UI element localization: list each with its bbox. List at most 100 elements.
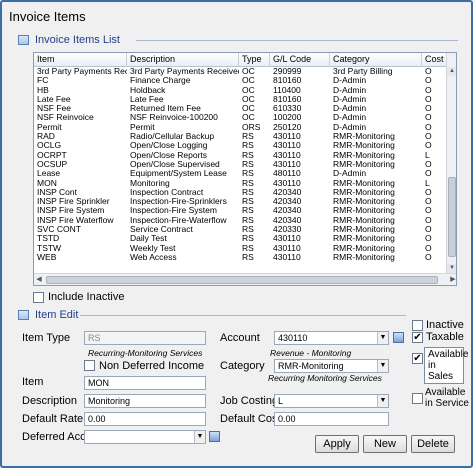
cell-category: D-Admin — [333, 113, 367, 123]
dropdown-arrow-icon[interactable]: ▼ — [377, 332, 388, 344]
table-row[interactable]: Late Fee Late Fee OC 810160 D-Admin O — [34, 95, 448, 104]
cell-cost-type: O — [425, 122, 432, 132]
table-row[interactable]: 3rd Party Payments Rec'd 3rd Party Paymen… — [34, 67, 448, 76]
vertical-scrollbar[interactable]: ▲ ▼ — [446, 53, 456, 273]
dropdown-arrow-icon[interactable]: ▼ — [194, 431, 205, 443]
item-field[interactable]: MON — [84, 376, 206, 390]
cell-type: RS — [242, 243, 254, 253]
invoice-items-grid[interactable]: Item Description Type G/L Code Category … — [33, 52, 457, 286]
scroll-right-icon[interactable]: ▶ — [448, 274, 456, 285]
horizontal-scroll-thumb[interactable] — [46, 276, 438, 284]
item-type-field[interactable]: RS — [84, 331, 206, 345]
horizontal-scrollbar[interactable]: ◀ ▶ — [34, 273, 456, 285]
column-header-cost-type[interactable]: Cost T — [422, 53, 448, 67]
scroll-left-icon[interactable]: ◀ — [34, 274, 44, 285]
table-row[interactable]: FC Finance Charge OC 810160 D-Admin O — [34, 76, 448, 85]
cell-gl-code: 290999 — [273, 67, 302, 76]
column-header-type[interactable]: Type — [239, 53, 270, 67]
cell-type: OC — [242, 67, 255, 76]
column-header-gl-code[interactable]: G/L Code — [270, 53, 330, 67]
table-row[interactable]: RAD Radio/Cellular Backup RS 430110 RMR-Moni… — [34, 132, 448, 141]
table-row[interactable]: Permit Permit ORS 250120 D-Admin O — [34, 123, 448, 132]
window-title: Invoice Items — [9, 9, 86, 24]
table-row[interactable]: INSP Cont Inspection Contract RS 420340 RMR-… — [34, 188, 448, 197]
column-header-item[interactable]: Item — [34, 53, 127, 67]
cell-type: OC — [242, 76, 255, 86]
cell-description: Permit — [130, 122, 155, 132]
account-combo[interactable]: 430110 ▼ — [274, 331, 389, 345]
cell-description: Open/Close Reports — [130, 150, 208, 160]
cell-gl-code: 430110 — [273, 178, 301, 188]
taxable-checkbox[interactable]: ✔ — [412, 332, 423, 343]
deferred-acct-combo[interactable]: ▼ — [84, 430, 206, 444]
include-inactive-checkbox[interactable] — [33, 292, 44, 303]
delete-button[interactable]: Delete — [411, 435, 455, 453]
cell-type: RS — [242, 225, 254, 235]
vertical-scroll-thumb[interactable] — [448, 177, 456, 257]
cell-description: Inspection Contract — [130, 187, 204, 197]
cell-item: SVC CONT — [37, 225, 81, 235]
cell-category: RMR-Monitoring — [333, 150, 395, 160]
dropdown-arrow-icon[interactable]: ▼ — [377, 395, 388, 407]
item-type-note: Recurring-Monitoring Services — [88, 348, 203, 358]
table-row[interactable]: HB Holdback OC 110400 D-Admin O — [34, 86, 448, 95]
cell-cost-type: O — [425, 94, 432, 104]
table-row[interactable]: WEB Web Access RS 430110 RMR-Monitoring O — [34, 253, 448, 262]
cell-description: Inspection-Fire-Waterflow — [130, 215, 227, 225]
cell-gl-code: 420340 — [273, 215, 302, 225]
dropdown-arrow-icon[interactable]: ▼ — [377, 360, 388, 372]
new-button[interactable]: New — [363, 435, 407, 453]
table-row[interactable]: TSTD Daily Test RS 430110 RMR-Monitoring O — [34, 234, 448, 243]
cell-item: NSF Fee — [37, 104, 72, 114]
table-row[interactable]: Lease Equipment/System Lease RS 480110 D-Adm… — [34, 169, 448, 178]
table-row[interactable]: OCRPT Open/Close Reports RS 430110 RMR-Monit… — [34, 151, 448, 160]
apply-button[interactable]: Apply — [315, 435, 359, 453]
account-value: 430110 — [278, 333, 308, 343]
cell-type: OC — [242, 104, 255, 114]
table-row[interactable]: MON Monitoring RS 430110 RMR-Monitoring L — [34, 179, 448, 188]
inactive-checkbox[interactable] — [412, 320, 423, 331]
cell-type: ORS — [242, 122, 261, 132]
edit-section-icon — [18, 310, 29, 320]
cell-gl-code: 430110 — [273, 252, 301, 262]
default-cost-field[interactable]: 0.00 — [274, 412, 389, 426]
table-row[interactable]: OCSUP Open/Close Supervised RS 430110 RMR-Mo… — [34, 160, 448, 169]
cell-cost-type: O — [425, 76, 432, 86]
scroll-up-icon[interactable]: ▲ — [447, 67, 456, 76]
cell-gl-code: 480110 — [273, 169, 301, 179]
cell-gl-code: 430110 — [273, 132, 301, 142]
column-header-description[interactable]: Description — [127, 53, 239, 67]
cell-description: Inspection-Fire-Sprinklers — [130, 197, 227, 207]
table-row[interactable]: SVC CONT Service Contract RS 420330 RMR-Moni… — [34, 225, 448, 234]
cell-item: Permit — [37, 122, 62, 132]
available-in-sales-checkbox[interactable]: ✔ — [412, 353, 423, 364]
divider — [80, 315, 406, 316]
table-row[interactable]: NSF Fee Returned Item Fee OC 610330 D-Admin O — [34, 104, 448, 113]
job-costing-combo[interactable]: L ▼ — [274, 394, 389, 408]
table-row[interactable]: TSTW Weekly Test RS 430110 RMR-Monitoring O — [34, 244, 448, 253]
cell-category: RMR-Monitoring — [333, 234, 395, 244]
table-row[interactable]: INSP Fire Waterflow Inspection-Fire-Water… — [34, 216, 448, 225]
default-rate-field[interactable]: 0.00 — [84, 412, 206, 426]
cell-category: D-Admin — [333, 169, 367, 179]
lookup-icon[interactable] — [393, 332, 404, 343]
cell-item: Lease — [37, 169, 61, 179]
cell-description: Equipment/System Lease — [130, 169, 227, 179]
cell-description: Open/Close Supervised — [130, 159, 220, 169]
table-row[interactable]: INSP Fire System Inspection-Fire System RS… — [34, 206, 448, 215]
cell-item: TSTW — [37, 243, 62, 253]
cell-cost-type: O — [425, 215, 432, 225]
table-row[interactable]: NSF Reinvoice NSF Reinvoice-100200 OC 10020… — [34, 113, 448, 122]
account-note: Revenue - Monitoring — [270, 348, 352, 358]
table-row[interactable]: INSP Fire Sprinkler Inspection-Fire-Sprin… — [34, 197, 448, 206]
available-in-service-checkbox[interactable] — [412, 393, 423, 404]
table-row[interactable]: OCLG Open/Close Logging RS 430110 RMR-Monito… — [34, 141, 448, 150]
scroll-down-icon[interactable]: ▼ — [447, 264, 456, 273]
non-deferred-income-checkbox[interactable] — [84, 360, 95, 371]
lookup-icon[interactable] — [209, 431, 220, 442]
column-header-category[interactable]: Category — [330, 53, 422, 67]
cell-description: Inspection-Fire System — [130, 206, 217, 216]
category-combo[interactable]: RMR-Monitoring ▼ — [274, 359, 389, 373]
cell-cost-type: O — [425, 113, 432, 123]
description-field[interactable]: Monitoring — [84, 394, 206, 408]
